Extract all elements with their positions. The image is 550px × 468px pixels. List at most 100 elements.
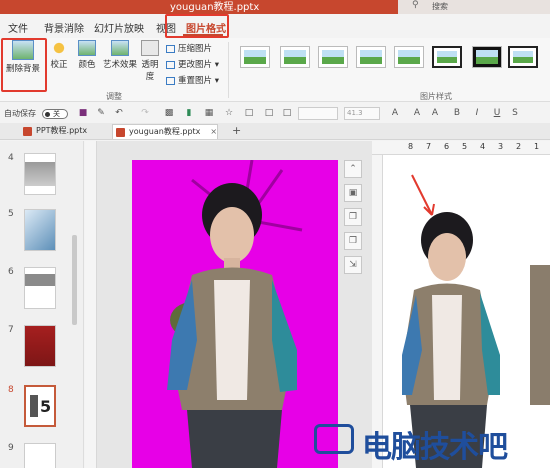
adjust-group-label: 调整 — [106, 92, 122, 101]
slide-number: 5 — [8, 209, 14, 219]
remove-background-highlight — [1, 38, 47, 92]
picture-style-8[interactable] — [508, 46, 538, 68]
collapse-icon[interactable]: ⌃ — [344, 160, 362, 178]
present-icon[interactable]: ▩ — [164, 108, 174, 118]
slide-thumbnail-5[interactable] — [24, 209, 56, 251]
duplicate-icon[interactable]: ❐ — [344, 232, 362, 250]
watermark-logo: 电脑技术吧 — [310, 418, 550, 468]
slide-thumbnail-6[interactable] — [24, 267, 56, 309]
slide-number: 9 — [8, 443, 14, 453]
color-button[interactable]: 颜色 — [74, 40, 100, 70]
slide-thumbnail-9[interactable] — [24, 443, 56, 468]
reset-picture-button[interactable]: 重置图片 ▾ — [166, 74, 219, 86]
slide-thumbnail-7[interactable] — [24, 325, 56, 367]
slide-number: 7 — [8, 325, 14, 335]
title-bar: youguan教程.pptx ⚲ 搜索 — [0, 0, 550, 14]
compress-label: 压缩图片 — [178, 44, 213, 54]
underline-icon[interactable]: U — [492, 108, 502, 118]
doc-tab-1-label: PPT教程.pptx — [36, 126, 88, 135]
doc-tab-2[interactable]: youguan教程.pptx × — [112, 124, 219, 139]
picture-style-3[interactable] — [318, 46, 348, 68]
shape-icon-3[interactable]: □ — [282, 108, 292, 118]
slide-icon[interactable]: ▮ — [184, 108, 194, 118]
color-icon — [78, 40, 96, 56]
shape-icon[interactable]: □ — [244, 108, 254, 118]
window-title: youguan教程.pptx — [170, 2, 260, 13]
pptx-file-icon — [23, 127, 32, 136]
autosave-label: 自动保存 — [4, 109, 36, 118]
slide-side-tools: ⌃ ▣ ❐ ❐ ⇲ — [344, 160, 364, 280]
undo-icon[interactable]: ↶ — [114, 108, 124, 118]
font-color-icon[interactable]: A — [390, 108, 400, 118]
shape-icon-2[interactable]: □ — [264, 108, 274, 118]
slide-number: 4 — [8, 153, 14, 163]
new-tab-icon[interactable]: + — [232, 124, 241, 137]
document-tabs: PPT教程.pptx youguan教程.pptx × + — [0, 123, 550, 140]
picture-styles-group-label: 图片样式 — [420, 92, 452, 101]
star-icon[interactable]: ☆ — [224, 108, 234, 118]
increase-font-icon[interactable]: A — [430, 108, 440, 118]
thumbnails-scrollbar[interactable] — [72, 235, 77, 325]
change-picture-label: 更改图片 — [178, 60, 213, 70]
doc-tab-1[interactable]: PPT教程.pptx — [20, 124, 87, 139]
picture-style-6[interactable] — [432, 46, 462, 68]
search-icon[interactable]: ⚲ — [412, 0, 419, 10]
picture-style-1[interactable] — [240, 46, 270, 68]
slide-thumbnail-8[interactable]: 5 — [24, 385, 56, 427]
transparency-label-1: 透明 — [141, 60, 159, 70]
change-picture-button[interactable]: 更改图片 ▾ — [166, 58, 219, 70]
picture-style-2[interactable] — [280, 46, 310, 68]
powerpoint-window: youguan教程.pptx ⚲ 搜索 文件 背景消除 幻灯片放映 视图 图片格… — [0, 0, 550, 468]
ribbon: 删除背景 校正 颜色 艺术效果 透明 度 压缩图片 更改图片 ▾ 重置图片 ▾ … — [0, 38, 550, 102]
horizontal-ruler: 8 7 6 5 4 3 2 1 — [372, 141, 550, 155]
transparency-button[interactable]: 透明 度 — [138, 40, 162, 82]
slide-number: 6 — [8, 267, 14, 277]
save-icon[interactable]: ■ — [78, 108, 88, 118]
search-placeholder: 搜索 — [432, 2, 448, 11]
slide-picture-background-removal[interactable] — [132, 160, 338, 468]
font-size-dropdown[interactable]: 41.3 — [344, 107, 380, 120]
font-size-value: 41.3 — [347, 109, 363, 117]
ruler-mark: 6 — [444, 142, 450, 151]
picture-style-7[interactable] — [472, 46, 502, 68]
autosave-toggle[interactable]: 关 — [42, 109, 68, 119]
tab-slideshow[interactable]: 幻灯片放映 — [94, 20, 144, 35]
pptx-file-icon — [116, 128, 125, 137]
font-name-dropdown[interactable] — [298, 107, 338, 120]
transparency-icon — [141, 40, 159, 56]
ruler-mark: 4 — [480, 142, 486, 151]
close-tab-icon[interactable]: × — [210, 127, 217, 136]
tab-file[interactable]: 文件 — [8, 20, 28, 35]
change-picture-icon — [166, 60, 175, 69]
pen-icon[interactable]: ✎ — [96, 108, 106, 118]
table-icon[interactable]: ▦ — [204, 108, 214, 118]
ruler-mark: 2 — [516, 142, 522, 151]
ruler-mark: 1 — [534, 142, 540, 151]
slide-thumbnails-pane: 4 5 6 7 8 5 9 — [0, 141, 84, 468]
copy-icon[interactable]: ❐ — [344, 208, 362, 226]
monitor-icon — [314, 424, 354, 454]
ruler-mark: 5 — [462, 142, 468, 151]
artistic-effects-label: 艺术效果 — [102, 60, 137, 70]
reset-picture-icon — [166, 76, 175, 85]
strikethrough-icon[interactable]: S — [510, 108, 520, 118]
redo-icon[interactable]: ↷ — [140, 108, 150, 118]
reset-picture-label: 重置图片 — [178, 76, 213, 86]
picture-style-4[interactable] — [356, 46, 386, 68]
corrections-button[interactable]: 校正 — [46, 40, 72, 70]
tab-background-removal[interactable]: 背景消除 — [44, 20, 84, 35]
slide-thumbnail-4[interactable] — [24, 153, 56, 195]
search-box[interactable] — [398, 0, 550, 14]
bold-icon[interactable]: B — [452, 108, 462, 118]
artistic-effects-button[interactable]: 艺术效果 — [102, 40, 138, 70]
picture-style-5[interactable] — [394, 46, 424, 68]
corrections-icon — [50, 40, 68, 56]
italic-icon[interactable]: I — [472, 108, 482, 118]
layers-icon[interactable]: ▣ — [344, 184, 362, 202]
crop-icon[interactable]: ⇲ — [344, 256, 362, 274]
decrease-font-icon[interactable]: A — [412, 108, 422, 118]
slide-number-active: 8 — [8, 385, 14, 395]
person-photo — [167, 160, 303, 468]
ruler-mark: 8 — [408, 142, 414, 151]
compress-pictures-button[interactable]: 压缩图片 — [166, 42, 212, 54]
